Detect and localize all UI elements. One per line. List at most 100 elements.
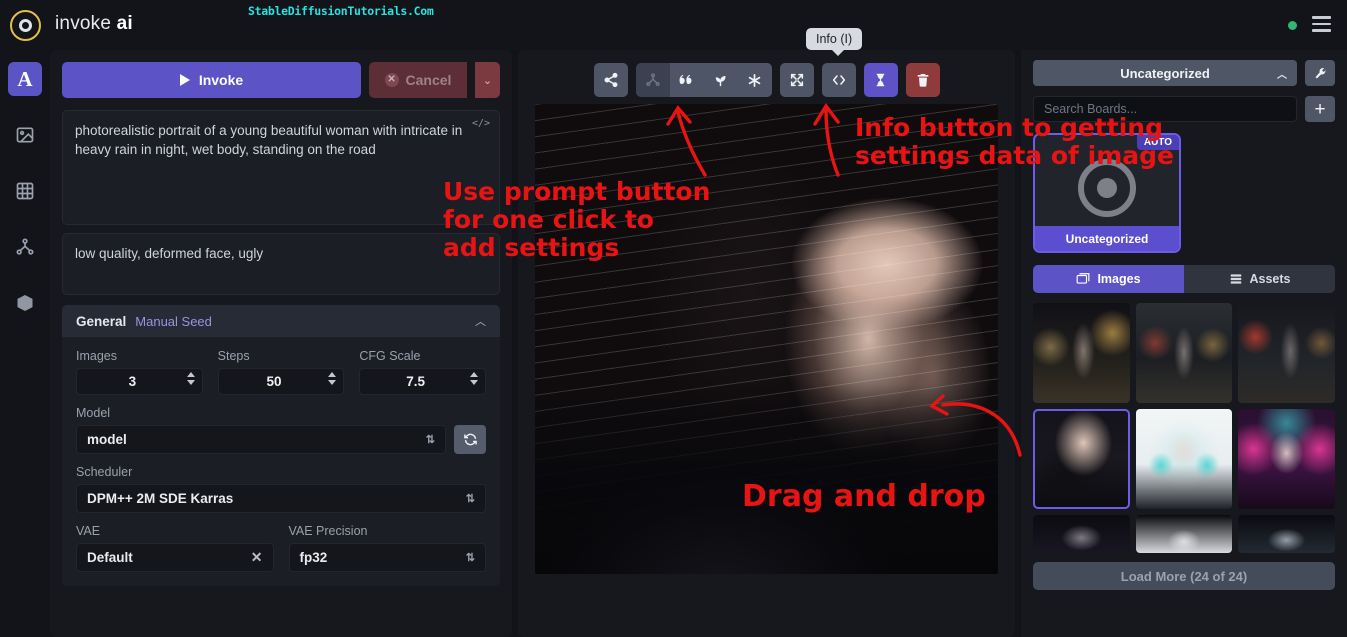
chevron-up-icon[interactable]: ︿ [475, 313, 486, 329]
send-to-button[interactable] [593, 63, 628, 97]
vae-precision-value: fp32 [299, 550, 328, 565]
board-placeholder-icon [1078, 159, 1136, 218]
steps-label: Steps [217, 349, 250, 363]
use-workflow-button[interactable] [636, 63, 670, 97]
chevron-down-icon: ⌄ [482, 74, 493, 87]
cfg-scale-stepper[interactable]: 7.5 [359, 368, 487, 395]
image-toolbar [528, 60, 1005, 100]
main-image-canvas[interactable] [535, 104, 998, 574]
gallery-settings-button[interactable] [1305, 60, 1335, 86]
delete-button[interactable] [905, 63, 940, 97]
sidebar-item-text-to-image[interactable]: A [8, 62, 42, 96]
gallery-image-1[interactable] [1033, 303, 1130, 403]
queue-button[interactable] [863, 63, 898, 97]
vae-precision-select[interactable]: fp32 ⇅ [288, 543, 486, 572]
sidebar-item-node-editor[interactable] [8, 230, 42, 264]
image-shadow-overlay [535, 384, 998, 574]
sidebar-item-unified-canvas[interactable] [8, 174, 42, 208]
app-header: invoke ai StableDiffusionTutorials.Com [0, 0, 1347, 50]
board-select[interactable]: Uncategorized ︿ [1033, 60, 1297, 86]
steps-spinner[interactable] [328, 372, 337, 385]
cfg-scale-spinner[interactable] [470, 372, 479, 385]
cancel-x-icon: ✕ [384, 73, 399, 87]
trash-icon [917, 74, 928, 87]
general-accordion: General Manual Seed ︿ Images 3 Steps 50 … [62, 305, 500, 586]
gallery-image-9[interactable] [1238, 515, 1335, 553]
invoke-logo [10, 10, 41, 41]
positive-prompt-text: photorealistic portrait of a young beaut… [75, 123, 463, 158]
code-icon [832, 75, 845, 85]
gallery-image-4[interactable] [1033, 409, 1130, 509]
negative-prompt-text: low quality, deformed face, ugly [75, 246, 264, 261]
board-card-uncategorized[interactable]: AUTO Uncategorized [1033, 133, 1181, 253]
nodes-icon [645, 73, 660, 87]
info-tooltip: Info (I) [806, 28, 863, 56]
vae-select[interactable]: Default ✕ [76, 543, 274, 572]
board-select-value: Uncategorized [1120, 65, 1210, 81]
invoke-button-label: Invoke [198, 72, 244, 88]
gallery-image-5[interactable] [1135, 409, 1233, 509]
images-stepper[interactable]: 3 [76, 368, 203, 395]
use-seed-button[interactable] [703, 63, 738, 97]
cancel-button-label: Cancel [405, 72, 452, 88]
sprout-icon [715, 75, 726, 86]
scheduler-select[interactable]: DPM++ 2M SDE Karras ⇅ [76, 484, 486, 513]
use-all-parameters-button[interactable] [737, 63, 772, 97]
model-label: Model [76, 406, 111, 420]
grid-icon [16, 182, 34, 200]
hourglass-icon [876, 73, 885, 87]
gallery-image-7[interactable] [1033, 515, 1130, 553]
use-prompt-button[interactable] [669, 63, 704, 97]
cfg-scale-field: CFG Scale 7.5 [359, 349, 487, 395]
images-spinner[interactable] [186, 372, 195, 385]
model-select[interactable]: model ⇅ [76, 425, 446, 454]
chevron-updown-icon: ⇅ [465, 493, 475, 505]
parameter-recall-group [635, 63, 772, 97]
negative-prompt-input[interactable]: low quality, deformed face, ugly [62, 233, 500, 295]
play-icon [179, 74, 190, 86]
cancel-button[interactable]: ✕ Cancel [369, 62, 467, 98]
sidebar-item-image-to-image[interactable] [8, 118, 42, 152]
positive-prompt-input[interactable]: photorealistic portrait of a young beaut… [62, 110, 500, 225]
gallery-image-6[interactable] [1238, 409, 1335, 509]
images-icon [1077, 273, 1090, 284]
sidebar-item-model-manager[interactable] [8, 286, 42, 320]
app-title: invoke ai [55, 13, 133, 35]
quote-icon [679, 74, 692, 84]
generation-parameters-panel: Invoke ✕ Cancel ⌄ photorealistic portrai… [50, 50, 512, 637]
clear-vae-icon[interactable]: ✕ [251, 549, 263, 566]
cancel-options-button[interactable]: ⌄ [475, 62, 500, 98]
model-value: model [87, 432, 127, 447]
general-accordion-header[interactable]: General Manual Seed ︿ [62, 305, 500, 337]
scheduler-label: Scheduler [76, 465, 133, 479]
text-to-image-icon: A [17, 66, 33, 91]
auto-badge: AUTO [1136, 135, 1179, 150]
info-button[interactable] [821, 63, 856, 97]
search-boards-input[interactable]: Search Boards... [1033, 96, 1297, 122]
vae-row: VAE Default ✕ VAE Precision fp32 ⇅ [76, 524, 486, 572]
vae-precision-field: VAE Precision fp32 ⇅ [288, 524, 486, 572]
model-field: Model model ⇅ [76, 406, 486, 454]
use-size-button[interactable] [779, 63, 814, 97]
asterisk-icon [748, 73, 761, 87]
refresh-icon [463, 433, 477, 446]
image-icon [16, 127, 34, 143]
gallery-image-3[interactable] [1238, 303, 1335, 403]
tab-assets[interactable]: Assets [1184, 265, 1335, 293]
gallery-image-2[interactable] [1135, 303, 1233, 403]
board-search-row: Search Boards... + [1033, 96, 1335, 122]
refresh-models-button[interactable] [454, 425, 486, 454]
gallery-tabs: Images Assets [1033, 265, 1335, 293]
image-viewer-panel [518, 50, 1015, 637]
menu-icon[interactable] [1312, 16, 1331, 32]
image-gallery-grid [1033, 303, 1335, 553]
tab-assets-label: Assets [1249, 272, 1291, 286]
gallery-image-8[interactable] [1135, 515, 1233, 553]
load-more-button[interactable]: Load More (24 of 24) [1033, 562, 1335, 590]
invoke-button[interactable]: Invoke [62, 62, 361, 98]
tab-images[interactable]: Images [1033, 265, 1184, 293]
steps-stepper[interactable]: 50 [217, 368, 345, 395]
chevron-up-icon: ︿ [1277, 69, 1287, 81]
add-board-button[interactable]: + [1305, 96, 1335, 122]
board-selector-row: Uncategorized ︿ [1033, 60, 1335, 86]
